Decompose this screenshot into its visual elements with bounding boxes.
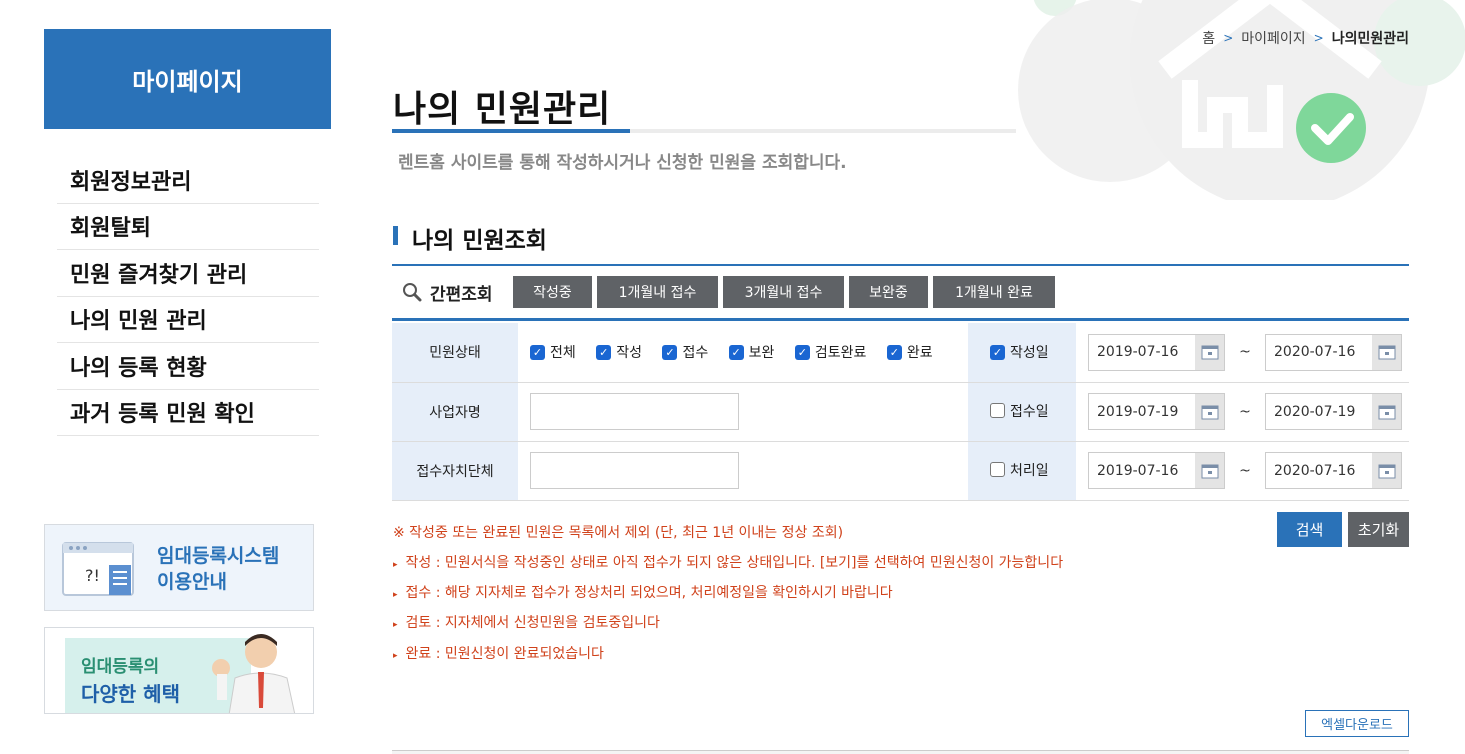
breadcrumb: 홈 > 마이페이지 > 나의민원관리 bbox=[1202, 28, 1409, 48]
notice-item: ▸ 검토 : 지자체에서 신청민원을 검토중입니다 bbox=[393, 615, 660, 631]
sidebar-item-registration-status[interactable]: 나의 등록 현황 bbox=[57, 343, 319, 390]
notice-main: ※ 작성중 또는 완료된 민원은 목록에서 제외 (단, 최근 1년 이내는 정… bbox=[393, 525, 844, 541]
breadcrumb-mypage[interactable]: 마이페이지 bbox=[1241, 28, 1305, 48]
breadcrumb-home[interactable]: 홈 bbox=[1202, 28, 1215, 48]
calendar-icon[interactable] bbox=[1195, 334, 1224, 370]
quick-button-supplementing[interactable]: 보완중 bbox=[849, 276, 928, 308]
chevron-right-icon: > bbox=[1223, 31, 1234, 45]
svg-text:?!: ?! bbox=[85, 566, 100, 585]
status-checkbox-complete[interactable]: ✓ 완료 bbox=[886, 342, 933, 362]
search-icon bbox=[403, 283, 422, 302]
page-title: 나의 민원관리 bbox=[393, 89, 612, 130]
calendar-icon[interactable] bbox=[1372, 453, 1401, 488]
guide-banner[interactable]: ?! 임대등록시스템 이용안내 bbox=[44, 524, 314, 611]
sidebar-item-my-complaints[interactable]: 나의 민원 관리 bbox=[57, 297, 319, 343]
date-range-separator: ~ bbox=[1239, 344, 1251, 361]
status-checkbox-all[interactable]: ✓ 전체 bbox=[530, 342, 576, 362]
processed-date-from[interactable]: 2019-07-16 bbox=[1088, 452, 1225, 489]
date-type-written-checkbox[interactable]: ✓ 작성일 bbox=[990, 342, 1049, 362]
status-checkbox-write[interactable]: ✓ 작성 bbox=[596, 342, 642, 362]
business-name-input[interactable] bbox=[530, 393, 739, 430]
notice-item: ▸ 접수 : 해당 지자체로 접수가 정상처리 되었으며, 처리예정일을 확인하시… bbox=[393, 585, 893, 601]
page-description: 렌트홈 사이트를 통해 작성하시거나 신청한 민원을 조회합니다. bbox=[398, 153, 847, 173]
written-date-to[interactable]: 2020-07-16 bbox=[1265, 333, 1402, 371]
search-form: 민원상태 ✓ 전체 ✓ 작성 ✓ 접수 ✓ 보완 ✓ 검토완료 ✓ 완료 ✓ 작성일 2019… bbox=[392, 323, 1409, 501]
sidebar-item-past-registrations[interactable]: 과거 등록 민원 확인 bbox=[57, 390, 319, 436]
received-date-from[interactable]: 2019-07-19 bbox=[1088, 393, 1225, 430]
guide-banner-line1: 임대등록시스템 bbox=[157, 545, 280, 567]
bullet-icon: ▸ bbox=[393, 560, 398, 570]
bullet-icon: ▸ bbox=[393, 590, 398, 600]
status-label: 민원상태 bbox=[392, 323, 518, 383]
date-type-processed-checkbox[interactable]: 처리일 bbox=[990, 460, 1049, 480]
date-type-received-checkbox[interactable]: 접수일 bbox=[990, 401, 1049, 421]
sidebar-item-member-info[interactable]: 회원정보관리 bbox=[57, 157, 319, 204]
guide-banner-line2: 이용안내 bbox=[157, 571, 227, 593]
status-checkbox-receive[interactable]: ✓ 접수 bbox=[662, 342, 708, 362]
section-title-bar bbox=[393, 226, 398, 245]
quick-button-1month-completed[interactable]: 1개월내 완료 bbox=[933, 276, 1055, 308]
sidebar-menu: 회원정보관리 회원탈퇴 민원 즐겨찾기 관리 나의 민원 관리 나의 등록 현황… bbox=[57, 157, 319, 436]
reset-button[interactable]: 초기화 bbox=[1348, 512, 1409, 547]
status-checkbox-reviewed[interactable]: ✓ 검토완료 bbox=[794, 342, 866, 362]
written-date-from[interactable]: 2019-07-16 bbox=[1088, 333, 1225, 371]
agency-input[interactable] bbox=[530, 452, 739, 489]
excel-download-button[interactable]: 엑셀다운로드 bbox=[1305, 710, 1409, 737]
bullet-icon: ▸ bbox=[393, 651, 398, 661]
calendar-icon[interactable] bbox=[1195, 394, 1224, 429]
date-range-separator: ~ bbox=[1239, 462, 1251, 479]
benefit-banner[interactable]: 임대등록의 다양한 혜택 bbox=[44, 627, 314, 714]
status-checkbox-supplement[interactable]: ✓ 보완 bbox=[728, 342, 774, 362]
sidebar-item-withdraw[interactable]: 회원탈퇴 bbox=[57, 204, 319, 250]
received-date-to[interactable]: 2020-07-19 bbox=[1265, 393, 1402, 430]
quick-button-writing[interactable]: 작성중 bbox=[513, 276, 592, 308]
business-name-label: 사업자명 bbox=[392, 382, 518, 442]
quick-search-label: 간편조회 bbox=[430, 284, 493, 305]
calendar-icon[interactable] bbox=[1372, 394, 1401, 429]
calendar-icon[interactable] bbox=[1372, 334, 1401, 370]
notice-item: ▸ 완료 : 민원신청이 완료되었습니다 bbox=[393, 646, 604, 662]
results-table-header bbox=[392, 750, 1409, 754]
sidebar-item-favorites[interactable]: 민원 즐겨찾기 관리 bbox=[57, 250, 319, 297]
calendar-icon[interactable] bbox=[1195, 453, 1224, 488]
processed-date-to[interactable]: 2020-07-16 bbox=[1265, 452, 1402, 489]
quick-search-bar: 간편조회 작성중 1개월내 접수 3개월내 접수 보완중 1개월내 완료 bbox=[392, 264, 1409, 321]
quick-button-1month-received[interactable]: 1개월내 접수 bbox=[597, 276, 718, 308]
agency-label: 접수자치단체 bbox=[392, 441, 518, 501]
notice-item: ▸ 작성 : 민원서식을 작성중인 상태로 아직 접수가 되지 않은 상태입니다.… bbox=[393, 555, 1064, 571]
benefit-banner-line1: 임대등록의 bbox=[81, 657, 160, 677]
bullet-icon: ▸ bbox=[393, 620, 398, 630]
sidebar-title: 마이페이지 bbox=[44, 29, 331, 129]
quick-button-3month-received[interactable]: 3개월내 접수 bbox=[723, 276, 844, 308]
person-illustration bbox=[212, 634, 296, 713]
chevron-right-icon: > bbox=[1313, 31, 1324, 45]
date-range-separator: ~ bbox=[1239, 403, 1251, 420]
title-underline-accent bbox=[392, 129, 630, 133]
document-icon: ?! bbox=[62, 542, 134, 596]
search-button[interactable]: 검색 bbox=[1277, 512, 1342, 547]
benefit-banner-line2: 다양한 혜택 bbox=[81, 682, 180, 706]
breadcrumb-current: 나의민원관리 bbox=[1331, 31, 1409, 47]
section-title: 나의 민원조회 bbox=[412, 228, 547, 254]
